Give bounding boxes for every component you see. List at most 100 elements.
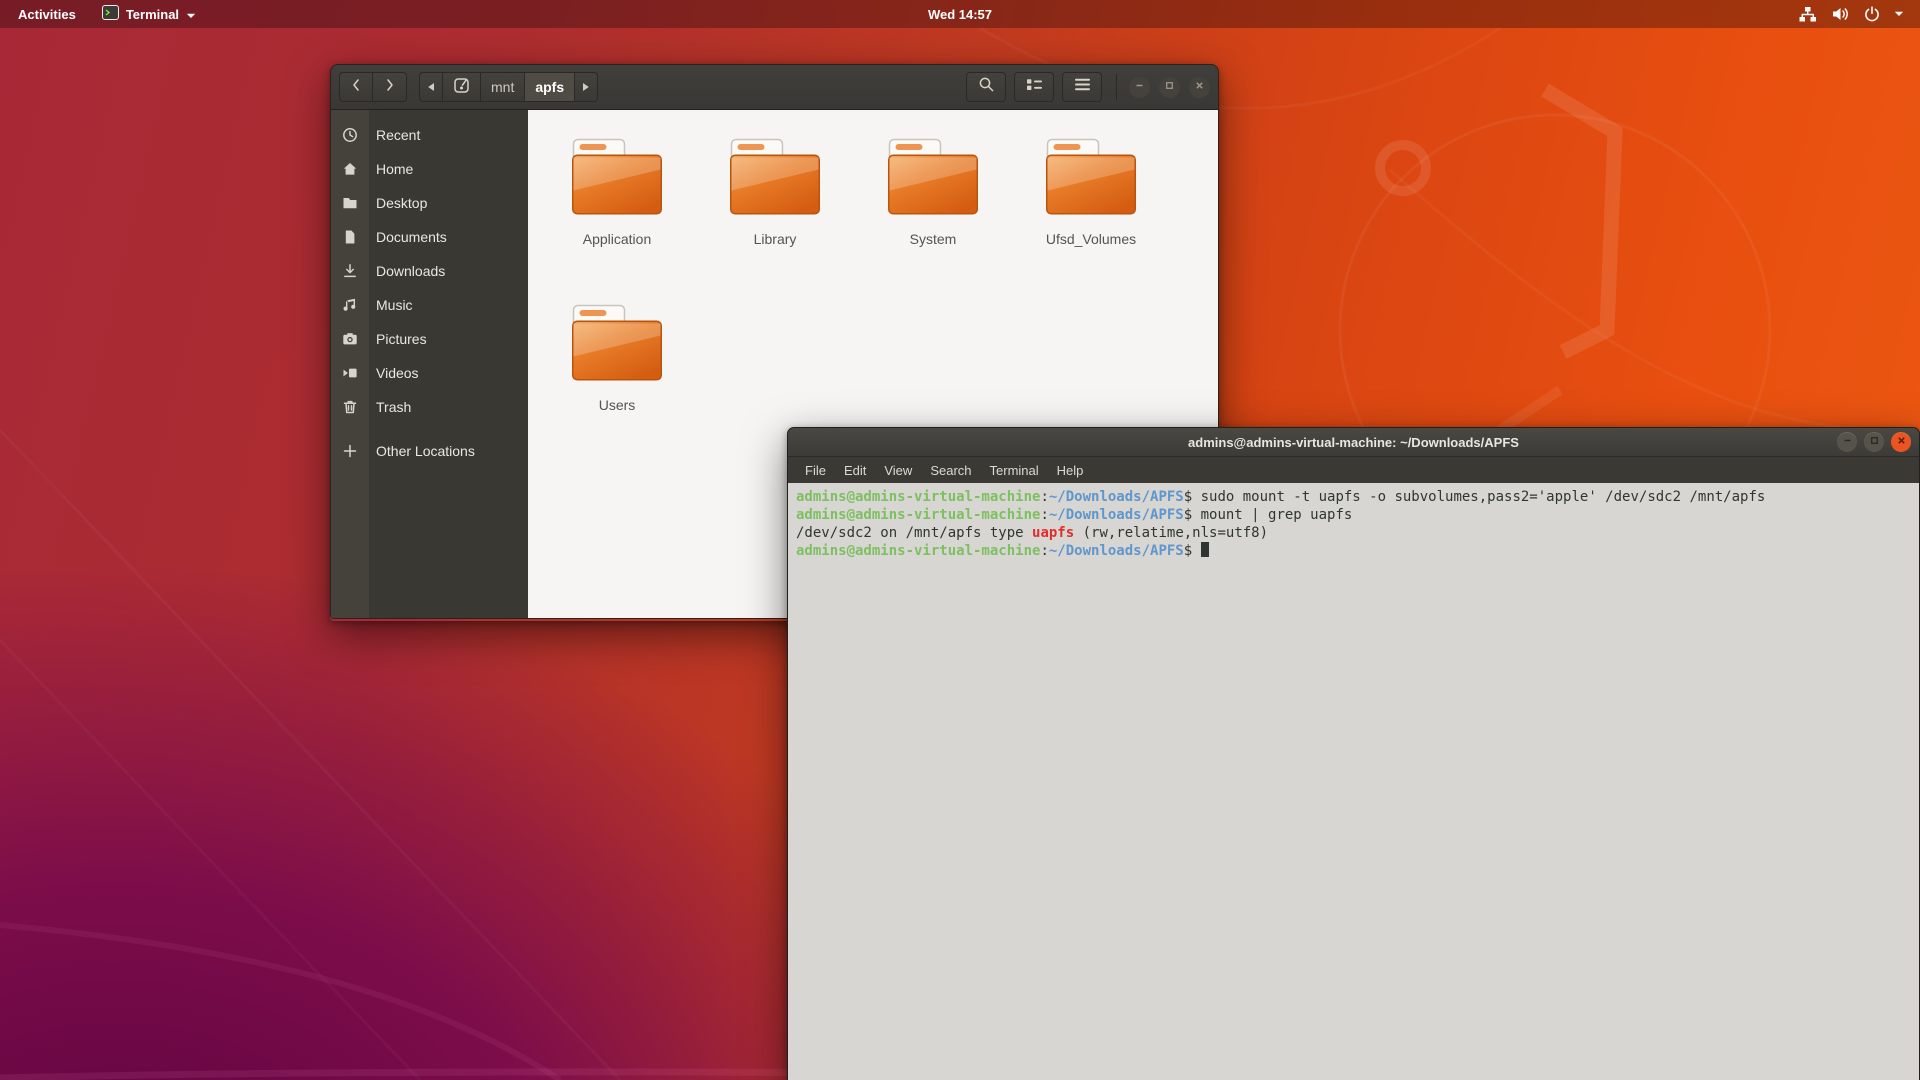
folder-icon [569, 302, 665, 389]
sidebar-item-label: Documents [369, 229, 447, 245]
chevron-right-icon [385, 78, 395, 97]
sidebar-item-recent[interactable]: Recent [331, 118, 528, 152]
files-headerbar: mnt apfs [330, 64, 1219, 110]
volume-icon [1831, 6, 1850, 22]
sidebar-item-label: Downloads [369, 263, 445, 279]
app-menu-label: Terminal [126, 7, 179, 22]
minimize-button[interactable] [1129, 77, 1150, 98]
view-toggle-button[interactable] [1014, 72, 1054, 102]
path-segment-mnt[interactable]: mnt [481, 72, 525, 102]
folder-icon [885, 136, 981, 223]
menu-view[interactable]: View [875, 463, 921, 478]
maximize-button[interactable] [1159, 77, 1180, 98]
clock[interactable]: Wed 14:57 [0, 7, 1920, 22]
maximize-icon [1164, 78, 1175, 96]
menu-button[interactable] [1062, 72, 1102, 102]
maximize-icon [1869, 433, 1880, 451]
terminal-line: /dev/sdc2 on /mnt/apfs type uapfs (rw,re… [796, 524, 1917, 542]
folder-name: Application [583, 231, 652, 247]
terminal-titlebar[interactable]: admins@admins-virtual-machine: ~/Downloa… [787, 427, 1920, 457]
path-scroll-left-button[interactable] [419, 72, 443, 102]
close-icon [1194, 78, 1205, 96]
sidebar-item-music[interactable]: Music [331, 288, 528, 322]
chevron-left-icon [351, 78, 361, 97]
files-sidebar: Recent Home Desktop Documents Downloads Music… [331, 110, 528, 618]
minimize-button[interactable] [1837, 432, 1857, 452]
menu-help[interactable]: Help [1048, 463, 1093, 478]
documents-icon [331, 229, 369, 245]
view-list-icon [1026, 77, 1043, 97]
top-panel: Activities Terminal Wed 14:57 [0, 0, 1920, 28]
close-button[interactable] [1189, 77, 1210, 98]
folder-name: Ufsd_Volumes [1046, 231, 1136, 247]
back-button[interactable] [339, 72, 373, 102]
desktop-icon [331, 195, 369, 211]
close-button[interactable] [1891, 432, 1911, 452]
folder-item-library[interactable]: Library [696, 136, 854, 302]
sidebar-item-pictures[interactable]: Pictures [331, 322, 528, 356]
app-menu-terminal[interactable]: Terminal [102, 5, 196, 23]
terminal-menubar: FileEditViewSearchTerminalHelp [787, 457, 1920, 483]
music-icon [331, 297, 369, 313]
videos-icon [331, 365, 369, 381]
path-root-drive-button[interactable] [443, 72, 481, 102]
folder-icon [727, 136, 823, 223]
folder-icon [569, 136, 665, 223]
sidebar-item-videos[interactable]: Videos [331, 356, 528, 390]
plus-icon [331, 443, 369, 459]
divider [1116, 74, 1117, 100]
folder-name: System [910, 231, 957, 247]
minimize-icon [1842, 433, 1853, 451]
folder-name: Users [599, 397, 636, 413]
sidebar-item-trash[interactable]: Trash [331, 390, 528, 424]
recent-icon [331, 127, 369, 143]
home-icon [331, 161, 369, 177]
system-status-area[interactable] [1798, 6, 1920, 23]
folder-icon [1043, 136, 1139, 223]
sidebar-item-other-locations[interactable]: Other Locations [331, 434, 528, 468]
trash-icon [331, 399, 369, 415]
menu-search[interactable]: Search [921, 463, 980, 478]
folder-item-system[interactable]: System [854, 136, 1012, 302]
sidebar-item-label: Other Locations [369, 443, 475, 459]
folder-name: Library [754, 231, 797, 247]
path-scroll-right-button[interactable] [575, 72, 598, 102]
hamburger-icon [1075, 78, 1090, 96]
sidebar-item-label: Home [369, 161, 413, 177]
sidebar-item-home[interactable]: Home [331, 152, 528, 186]
power-icon [1864, 6, 1880, 22]
sidebar-item-documents[interactable]: Documents [331, 220, 528, 254]
forward-button[interactable] [373, 72, 407, 102]
terminal-line: admins@admins-virtual-machine:~/Download… [796, 542, 1917, 560]
menu-file[interactable]: File [796, 463, 835, 478]
search-icon [978, 76, 995, 98]
network-icon [1798, 6, 1817, 23]
sidebar-item-label: Music [369, 297, 413, 313]
drive-icon [453, 77, 470, 97]
sidebar-item-downloads[interactable]: Downloads [331, 254, 528, 288]
sidebar-item-label: Desktop [369, 195, 427, 211]
sidebar-item-label: Videos [369, 365, 419, 381]
triangle-right-icon [582, 79, 590, 95]
caret-down-icon [1894, 11, 1904, 17]
sidebar-item-desktop[interactable]: Desktop [331, 186, 528, 220]
downloads-icon [331, 263, 369, 279]
folder-item-users[interactable]: Users [538, 302, 696, 468]
folder-item-ufsd_volumes[interactable]: Ufsd_Volumes [1012, 136, 1170, 302]
triangle-left-icon [427, 79, 435, 95]
menu-edit[interactable]: Edit [835, 463, 875, 478]
path-segment-apfs[interactable]: apfs [525, 72, 575, 102]
menu-terminal[interactable]: Terminal [981, 463, 1048, 478]
terminal-line: admins@admins-virtual-machine:~/Download… [796, 488, 1917, 506]
terminal-output[interactable]: admins@admins-virtual-machine:~/Download… [787, 483, 1920, 1080]
sidebar-item-label: Pictures [369, 331, 427, 347]
activities-button[interactable]: Activities [18, 7, 76, 22]
terminal-title: admins@admins-virtual-machine: ~/Downloa… [788, 435, 1919, 450]
terminal-cursor [1201, 542, 1209, 557]
search-button[interactable] [966, 72, 1006, 102]
sidebar-item-label: Trash [369, 399, 411, 415]
terminal-line: admins@admins-virtual-machine:~/Download… [796, 506, 1917, 524]
maximize-button[interactable] [1864, 432, 1884, 452]
terminal-app-icon [102, 5, 119, 23]
folder-item-application[interactable]: Application [538, 136, 696, 302]
